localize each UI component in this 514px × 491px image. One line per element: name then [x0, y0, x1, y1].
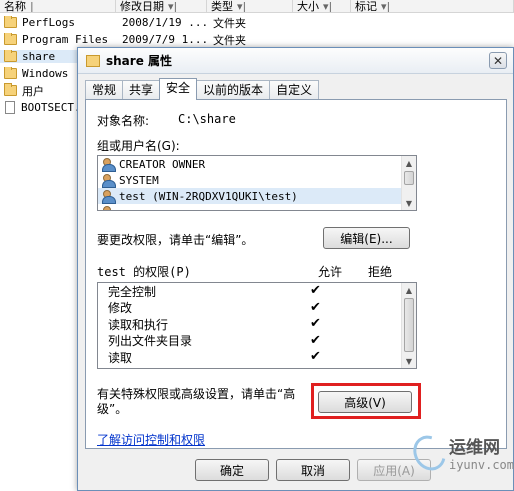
- close-icon: ✕: [492, 53, 504, 68]
- folder-icon: [4, 67, 17, 79]
- file-name: 用户: [22, 84, 44, 98]
- check-icon: ✔: [310, 332, 321, 348]
- user-item[interactable]: CREATOR OWNER: [98, 156, 416, 172]
- check-icon: ✔: [310, 316, 321, 331]
- permission-name: 列出文件夹目录: [108, 334, 193, 349]
- scroll-up-icon[interactable]: ▲: [402, 156, 416, 170]
- user-group-icon: [102, 158, 116, 172]
- user-group-icon: [102, 190, 116, 204]
- scroll-thumb[interactable]: [404, 298, 414, 352]
- user-group-icon: [102, 174, 116, 188]
- tab-general[interactable]: 常规: [85, 80, 124, 99]
- file-row[interactable]: PerfLogs 2008/1/19 ... 文件夹: [0, 14, 514, 31]
- special-permissions-hint: 有关特殊权限或高级设置，请单击“高级”。: [97, 387, 296, 416]
- file-name: BOOTSECT.: [21, 101, 81, 114]
- dialog-title: share 属性: [106, 54, 173, 68]
- scroll-down-icon[interactable]: ▼: [402, 354, 416, 368]
- file-row[interactable]: Program Files 2009/7/9 1... 文件夹: [0, 31, 514, 48]
- tab-security[interactable]: 安全: [159, 78, 198, 100]
- object-name-label: 对象名称:: [97, 114, 150, 128]
- users-scrollbar[interactable]: ▲ ▼: [401, 156, 416, 210]
- folder-icon: [4, 50, 17, 62]
- file-type: 文件夹: [213, 33, 246, 47]
- user-item[interactable]: SYSTEM: [98, 172, 416, 188]
- watermark-title: 运维网: [448, 438, 500, 458]
- permissions-list[interactable]: 完全控制 ✔ 修改 ✔ 读取和执行 ✔ 列出文件夹目录 ✔ 读取 ✔ 写入 ✔ ▲ ▼: [97, 282, 417, 369]
- permission-name: 修改: [108, 301, 133, 316]
- file-type: 文件夹: [213, 16, 246, 30]
- check-icon: ✔: [310, 299, 321, 315]
- user-name: SYSTEM: [119, 173, 159, 187]
- dialog-titlebar[interactable]: share 属性 ✕: [78, 48, 513, 74]
- folder-icon: [86, 54, 100, 67]
- watermark-logo-icon: [407, 429, 452, 476]
- permission-row: 读取和执行 ✔: [98, 316, 416, 333]
- learn-access-control-link[interactable]: 了解访问控制和权限: [97, 431, 205, 448]
- permission-name: 写入: [108, 365, 132, 368]
- security-panel: 对象名称: C:\share 组或用户名(G): CREATOR OWNER S…: [85, 99, 507, 449]
- permission-row: 写入 ✔: [98, 365, 416, 369]
- group-label: 组或用户名(G):: [97, 139, 180, 153]
- permission-row: 列出文件夹目录 ✔: [98, 333, 416, 350]
- column-header-tags[interactable]: 标记 ▾|: [351, 0, 514, 12]
- file-name: Program Files: [22, 33, 109, 46]
- file-name: Windows: [22, 67, 69, 80]
- column-header-name[interactable]: 名称 |: [0, 0, 116, 12]
- watermark: 运维网 iyunv.com: [407, 414, 514, 491]
- file-date: 2008/1/19 ...: [122, 16, 209, 29]
- users-list[interactable]: CREATOR OWNER SYSTEM test (WIN-2RQDXV1QU…: [97, 155, 417, 211]
- column-headers: 名称 | 修改日期 ▾| 类型 ▾| 大小 ▾| 标记 ▾|: [0, 0, 514, 13]
- folder-icon: [4, 33, 17, 45]
- check-icon: ✔: [310, 366, 321, 369]
- object-name-value: C:\share: [178, 112, 236, 126]
- deny-header: 拒绝: [368, 265, 393, 279]
- scroll-down-icon[interactable]: ▼: [402, 196, 416, 210]
- scroll-thumb[interactable]: [404, 171, 414, 185]
- advanced-button[interactable]: 高级(V): [318, 391, 412, 413]
- tab-sharing[interactable]: 共享: [122, 80, 161, 99]
- close-button[interactable]: ✕: [489, 52, 507, 69]
- permission-name: 完全控制: [108, 284, 157, 299]
- permissions-scrollbar[interactable]: ▲ ▼: [401, 283, 416, 368]
- file-icon: [5, 101, 15, 114]
- user-item[interactable]: test (WIN-2RQDXV1QUKI\test): [98, 188, 416, 204]
- user-name: test (WIN-2RQDXV1QUKI\test): [119, 189, 298, 203]
- permission-name: 读取和执行: [108, 317, 169, 332]
- watermark-url: iyunv.com: [448, 458, 514, 472]
- edit-button[interactable]: 编辑(E)...: [323, 227, 410, 249]
- scroll-up-icon[interactable]: ▲: [402, 283, 416, 297]
- column-header-type[interactable]: 类型 ▾|: [207, 0, 293, 12]
- permission-row: 完全控制 ✔: [98, 283, 416, 300]
- user-item[interactable]: [98, 204, 416, 210]
- file-date: 2009/7/9 1...: [122, 33, 209, 46]
- tab-previous-versions[interactable]: 以前的版本: [196, 80, 271, 99]
- column-header-date[interactable]: 修改日期 ▾|: [116, 0, 207, 12]
- ok-button[interactable]: 确定: [195, 459, 269, 481]
- check-icon: ✔: [310, 283, 321, 298]
- column-header-size[interactable]: 大小 ▾|: [293, 0, 351, 12]
- allow-header: 允许: [318, 265, 343, 279]
- cancel-button[interactable]: 取消: [276, 459, 350, 481]
- file-name: PerfLogs: [22, 16, 75, 29]
- permissions-title: test 的权限(P): [97, 265, 191, 279]
- user-group-icon: [102, 206, 116, 210]
- file-name: share: [22, 50, 56, 63]
- folder-icon: [4, 16, 17, 28]
- tab-bar: 常规 共享 安全 以前的版本 自定义: [85, 78, 320, 100]
- edit-hint: 要更改权限，请单击“编辑”。: [97, 233, 254, 247]
- permission-name: 读取: [108, 350, 133, 365]
- check-icon: ✔: [310, 349, 321, 364]
- folder-icon: [4, 83, 17, 96]
- permission-row: 修改 ✔: [98, 300, 416, 317]
- tab-customize[interactable]: 自定义: [269, 80, 320, 99]
- user-name: CREATOR OWNER: [119, 157, 206, 171]
- permission-row: 读取 ✔: [98, 349, 416, 366]
